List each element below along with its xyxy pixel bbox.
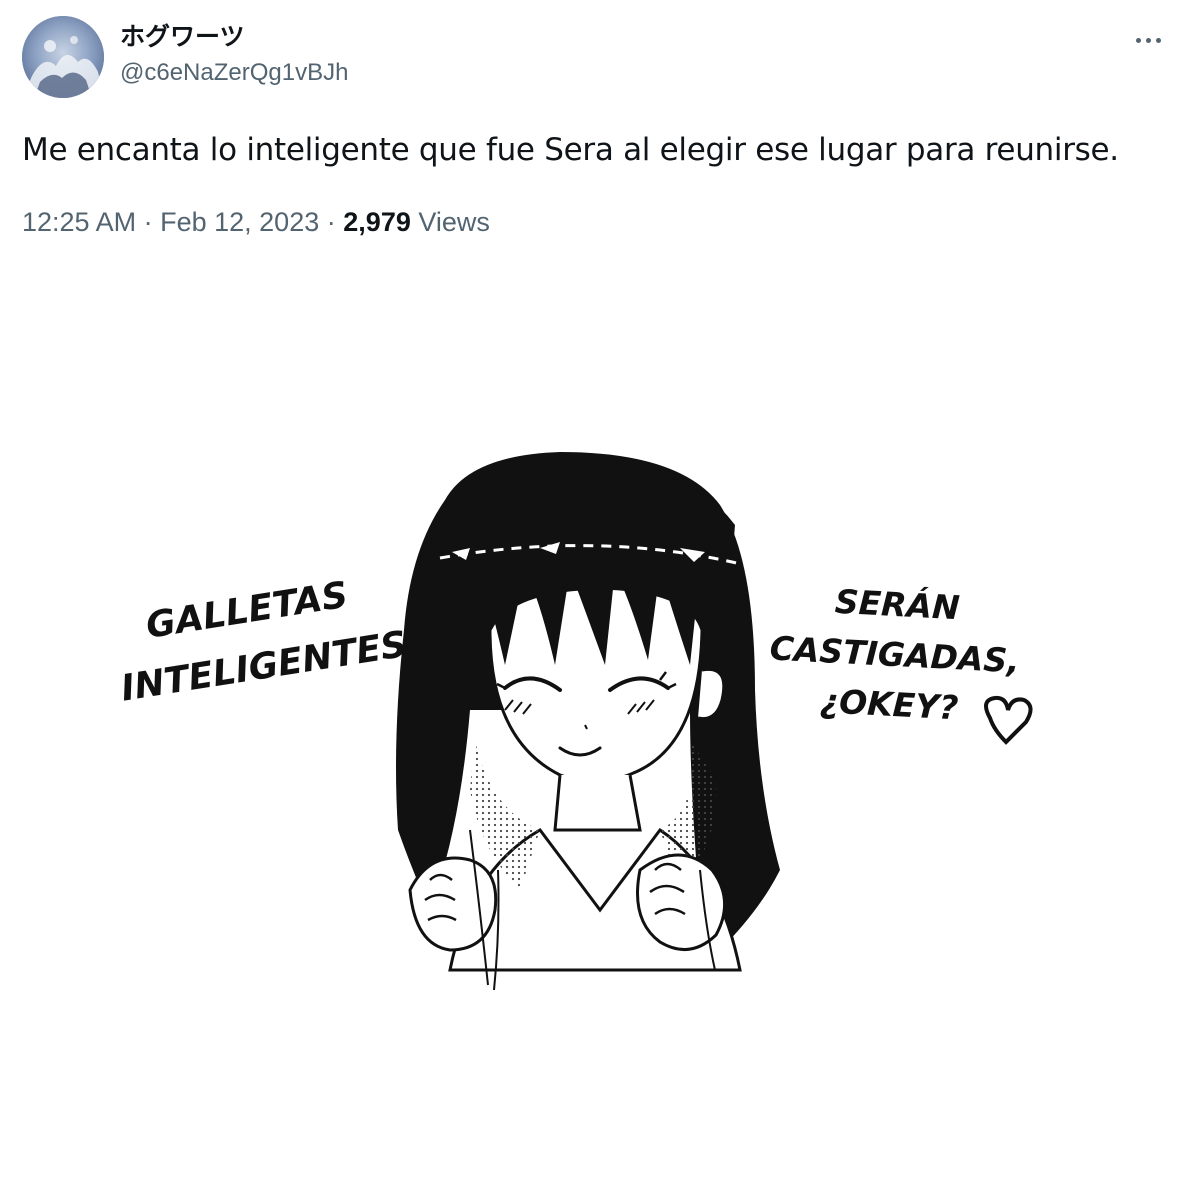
tweet-date[interactable]: Feb 12, 2023 xyxy=(160,207,319,237)
avatar-image xyxy=(22,16,104,98)
meta-separator: · xyxy=(143,207,153,237)
more-dot xyxy=(1135,37,1141,43)
tweet: ホグワーツ @c6eNaZerQg1vBJh Me encanta lo int… xyxy=(0,0,1200,1193)
tweet-media[interactable]: GALLETAS INTELIGENTES SERÁN CASTIGADAS, … xyxy=(0,270,1200,1193)
tweet-meta: 12:25 AM · Feb 12, 2023 · 2,979 Views xyxy=(22,202,490,242)
user-handle[interactable]: @c6eNaZerQg1vBJh xyxy=(120,56,348,90)
manga-illustration: GALLETAS INTELIGENTES SERÁN CASTIGADAS, … xyxy=(118,452,1033,991)
right-caption-line-2: CASTIGADAS, xyxy=(769,628,1021,680)
heart-icon xyxy=(984,695,1033,745)
views-count: 2,979 xyxy=(343,207,411,237)
neck xyxy=(553,774,642,832)
author-names: ホグワーツ @c6eNaZerQg1vBJh xyxy=(120,20,348,90)
right-caption-line-1: SERÁN xyxy=(834,581,961,627)
left-caption-line-1: GALLETAS xyxy=(143,575,350,647)
more-dot xyxy=(1155,37,1161,43)
meta-separator: · xyxy=(326,207,336,237)
more-dot xyxy=(1145,37,1151,43)
tweet-header: ホグワーツ @c6eNaZerQg1vBJh xyxy=(22,16,1182,100)
right-caption-line-3: ¿OKEY? xyxy=(819,681,959,727)
display-name[interactable]: ホグワーツ xyxy=(120,20,348,54)
views-label[interactable]: Views xyxy=(418,207,490,237)
tweet-text: Me encanta lo inteligente que fue Sera a… xyxy=(22,132,1119,168)
avatar[interactable] xyxy=(22,16,104,98)
more-horizontal-icon[interactable] xyxy=(1128,24,1168,56)
tweet-time[interactable]: 12:25 AM xyxy=(22,207,136,237)
